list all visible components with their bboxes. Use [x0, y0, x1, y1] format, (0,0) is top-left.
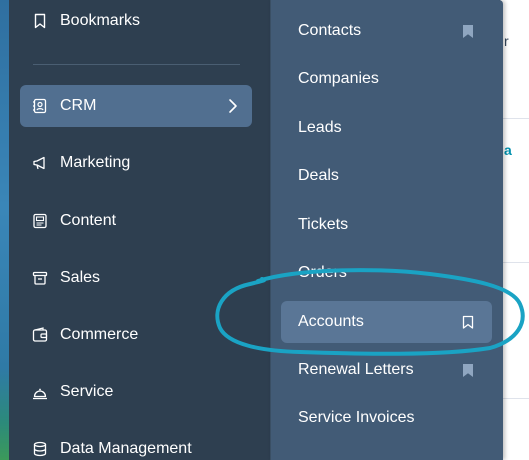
bookmark-outline-icon[interactable]: [462, 315, 474, 330]
nav-item-data-management[interactable]: Data Management: [20, 428, 252, 460]
sales-icon: [32, 270, 48, 286]
nav-item-commerce[interactable]: Commerce: [20, 314, 252, 356]
submenu-item-label: Service Invoices: [298, 409, 415, 426]
nav-item-sales[interactable]: Sales: [20, 257, 252, 299]
submenu-item-label: Renewal Letters: [298, 361, 414, 378]
submenu-item-label: Accounts: [298, 313, 364, 330]
service-bell-icon: [32, 384, 48, 400]
submenu-item-renewal-letters[interactable]: Renewal Letters: [281, 349, 492, 391]
submenu-item-label: Companies: [298, 70, 379, 87]
database-icon: [32, 441, 48, 457]
submenu-item-label: Tickets: [298, 216, 349, 233]
submenu-item-service-invoices[interactable]: Service Invoices: [281, 397, 492, 439]
submenu-item-companies[interactable]: Companies: [281, 58, 492, 100]
wallet-icon: [32, 327, 48, 343]
submenu-item-deals[interactable]: Deals: [281, 155, 492, 197]
megaphone-icon: [32, 155, 48, 171]
row-divider: [500, 398, 529, 399]
row-divider: [500, 262, 529, 263]
nav-item-label: Service: [60, 383, 114, 400]
content-icon: [32, 213, 48, 229]
row-divider: [500, 118, 529, 119]
submenu-item-leads[interactable]: Leads: [281, 107, 492, 149]
bookmark-filled-icon[interactable]: [462, 24, 474, 39]
page-text-fragment: r: [504, 33, 509, 49]
submenu-item-tickets[interactable]: Tickets: [281, 204, 492, 246]
bookmark-filled-icon[interactable]: [462, 363, 474, 378]
nav-item-content[interactable]: Content: [20, 200, 252, 242]
submenu-item-contacts[interactable]: Contacts: [281, 10, 492, 52]
nav-item-label: CRM: [60, 97, 97, 114]
nav-item-service[interactable]: Service: [20, 371, 252, 413]
page-content-behind: r a: [500, 0, 529, 460]
submenu-item-label: Orders: [298, 264, 347, 281]
nav-item-label: Data Management: [60, 440, 192, 457]
nav-item-label: Bookmarks: [60, 12, 141, 29]
nav-item-bookmarks[interactable]: Bookmarks: [20, 0, 252, 42]
submenu-item-accounts[interactable]: Accounts: [281, 301, 492, 343]
nav-item-label: Sales: [60, 269, 101, 286]
submenu-item-label: Leads: [298, 119, 342, 136]
nav-item-crm[interactable]: CRM: [20, 85, 252, 127]
bookmark-icon: [32, 13, 48, 29]
chevron-right-icon: [229, 99, 237, 113]
nav-item-label: Content: [60, 212, 117, 229]
crm-submenu: Contacts Companies Leads Deals Tickets O…: [270, 0, 503, 460]
main-navigation-sidebar: Bookmarks CRM Marketing Content Sales Co…: [9, 0, 270, 460]
page-link-fragment[interactable]: a: [504, 142, 512, 158]
submenu-item-orders[interactable]: Orders: [281, 252, 492, 294]
contact-card-icon: [32, 98, 48, 114]
submenu-item-label: Deals: [298, 167, 339, 184]
nav-item-marketing[interactable]: Marketing: [20, 142, 252, 184]
nav-item-label: Marketing: [60, 154, 131, 171]
nav-item-label: Commerce: [60, 326, 139, 343]
sidebar-divider: [33, 64, 240, 65]
submenu-item-label: Contacts: [298, 22, 362, 39]
desktop-background-strip: [0, 0, 9, 460]
